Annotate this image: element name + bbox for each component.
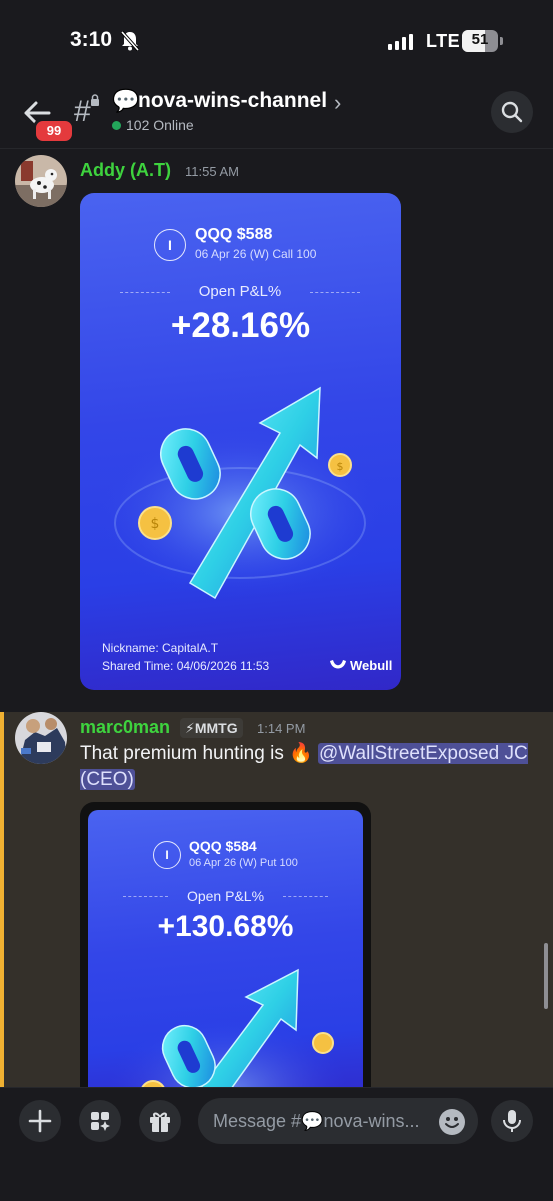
message-timestamp: 1:14 PM [257,721,306,736]
plus-icon [28,1109,52,1133]
online-count: 102 Online [126,117,194,133]
microphone-icon [503,1110,521,1132]
add-button[interactable] [19,1100,61,1142]
mention-accent-bar [0,712,4,1087]
speech-bubble-icon: 💬 [112,88,140,113]
contract-detail: 06 Apr 26 (W) Call 100 [195,247,317,261]
message-timestamp: 11:55 AM [185,164,239,179]
avatar[interactable] [15,712,67,764]
chevron-right-icon[interactable]: › [334,90,341,116]
voice-message-button[interactable] [491,1100,533,1142]
percent-arrow-illustration [108,968,348,1095]
channel-name[interactable]: nova-wins-channel [138,89,327,113]
search-button[interactable] [491,91,533,133]
channel-hash-icon: # [74,95,91,128]
pnl-share-card-frame[interactable]: I QQQ $584 06 Apr 26 (W) Put 100 Open P&… [80,802,371,1102]
card-nickname: Nickname: CapitalA.T [102,641,219,655]
webull-logo-icon [330,660,346,669]
role-tag[interactable]: ⚡MMTG [180,718,243,738]
ticker-logo-icon: I [154,229,186,261]
signal-bars-icon [388,34,413,50]
pl-label: Open P&L% [198,283,282,300]
emoji-picker-icon[interactable] [439,1109,465,1135]
pl-label: Open P&L% [186,888,265,904]
lock-icon [91,94,99,106]
search-icon [501,101,523,123]
svg-text:$: $ [151,516,160,532]
ticker-price: QQQ $588 [195,226,273,243]
contract-detail: 06 Apr 26 (W) Put 100 [189,857,298,869]
pl-divider-right [310,292,360,293]
gift-icon [150,1112,170,1132]
message-input-placeholder: Message #💬nova-wins... [213,1111,420,1131]
scrollbar[interactable] [544,943,548,1009]
pl-value: +130.68% [157,910,294,943]
network-type: LTE [426,31,461,51]
unread-badge: 99 [33,118,75,144]
message-text: That premium hunting is 🔥 [80,743,313,764]
message-body: That premium hunting is 🔥 @WallStreetExp… [80,741,545,793]
pnl-share-card[interactable]: I QQQ $588 06 Apr 26 (W) Call 100 Open P… [80,193,401,690]
header-divider [0,148,553,149]
pnl-share-card[interactable]: I QQQ $584 06 Apr 26 (W) Put 100 Open P&… [88,810,363,1102]
apps-sparkle-icon [91,1112,110,1131]
avatar[interactable] [15,155,67,207]
online-indicator [112,121,121,130]
svg-text:$: $ [337,460,344,473]
pl-divider-left [120,292,170,293]
webull-brand: Webull [350,658,393,673]
card-shared-time: Shared Time: 04/06/2026 11:53 [102,659,270,673]
message-author[interactable]: Addy (A.T) [80,160,171,181]
silent-bell-icon [120,30,140,52]
apps-button[interactable] [79,1100,121,1142]
pl-divider-left [123,896,168,897]
pl-value: +28.16% [170,306,311,345]
message-author[interactable]: marc0man [80,717,170,738]
ticker-price: QQQ $584 [189,838,257,854]
percent-arrow-illustration: $ $ [100,386,380,600]
pl-divider-right [283,896,328,897]
battery-percent: 51 [471,31,489,48]
status-time: 3:10 [70,28,113,51]
battery-tip [500,37,503,45]
gift-button[interactable] [139,1100,181,1142]
ticker-logo-icon: I [153,841,181,869]
